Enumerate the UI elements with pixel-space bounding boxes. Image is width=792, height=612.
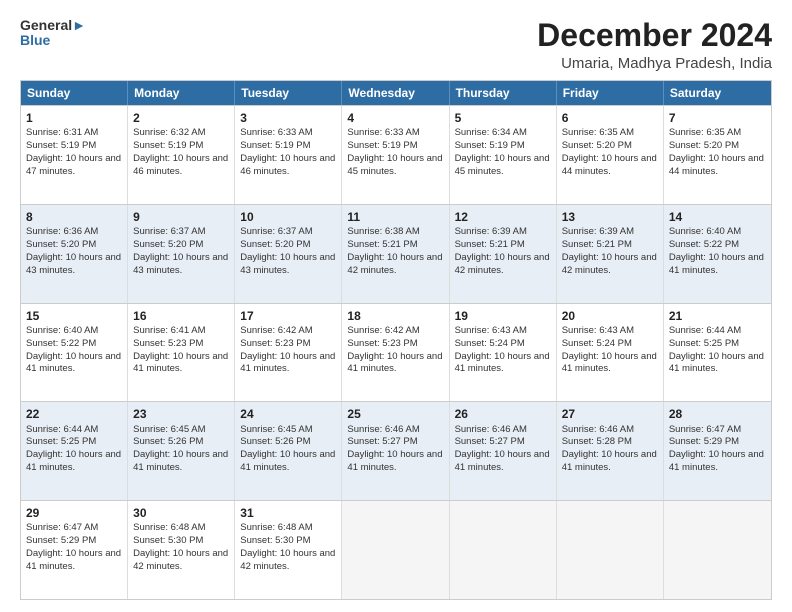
cell-w3-d3: 18Sunrise: 6:42 AMSunset: 5:23 PMDayligh… [342,304,449,402]
cell-w4-d0: 22Sunrise: 6:44 AMSunset: 5:25 PMDayligh… [21,402,128,500]
calendar-header: Sunday Monday Tuesday Wednesday Thursday… [21,81,771,105]
subtitle: Umaria, Madhya Pradesh, India [537,55,772,72]
week-5: 29Sunrise: 6:47 AMSunset: 5:29 PMDayligh… [21,500,771,599]
calendar-body: 1Sunrise: 6:31 AMSunset: 5:19 PMDaylight… [21,105,771,599]
cell-w1-d2: 3Sunrise: 6:33 AMSunset: 5:19 PMDaylight… [235,106,342,204]
header-friday: Friday [557,81,664,105]
cell-w2-d4: 12Sunrise: 6:39 AMSunset: 5:21 PMDayligh… [450,205,557,303]
cell-w2-d2: 10Sunrise: 6:37 AMSunset: 5:20 PMDayligh… [235,205,342,303]
cell-w2-d3: 11Sunrise: 6:38 AMSunset: 5:21 PMDayligh… [342,205,449,303]
cell-w2-d0: 8Sunrise: 6:36 AMSunset: 5:20 PMDaylight… [21,205,128,303]
cell-w1-d1: 2Sunrise: 6:32 AMSunset: 5:19 PMDaylight… [128,106,235,204]
main-title: December 2024 [537,18,772,53]
cell-w2-d5: 13Sunrise: 6:39 AMSunset: 5:21 PMDayligh… [557,205,664,303]
cell-w3-d0: 15Sunrise: 6:40 AMSunset: 5:22 PMDayligh… [21,304,128,402]
cell-w5-d6 [664,501,771,599]
cell-w1-d6: 7Sunrise: 6:35 AMSunset: 5:20 PMDaylight… [664,106,771,204]
cell-w4-d4: 26Sunrise: 6:46 AMSunset: 5:27 PMDayligh… [450,402,557,500]
header-wednesday: Wednesday [342,81,449,105]
cell-w5-d4 [450,501,557,599]
cell-w3-d1: 16Sunrise: 6:41 AMSunset: 5:23 PMDayligh… [128,304,235,402]
page: General► Blue December 2024 Umaria, Madh… [0,0,792,612]
header-saturday: Saturday [664,81,771,105]
cell-w3-d4: 19Sunrise: 6:43 AMSunset: 5:24 PMDayligh… [450,304,557,402]
header-thursday: Thursday [450,81,557,105]
cell-w3-d5: 20Sunrise: 6:43 AMSunset: 5:24 PMDayligh… [557,304,664,402]
cell-w3-d6: 21Sunrise: 6:44 AMSunset: 5:25 PMDayligh… [664,304,771,402]
week-2: 8Sunrise: 6:36 AMSunset: 5:20 PMDaylight… [21,204,771,303]
cell-w5-d1: 30Sunrise: 6:48 AMSunset: 5:30 PMDayligh… [128,501,235,599]
header: General► Blue December 2024 Umaria, Madh… [20,18,772,72]
week-3: 15Sunrise: 6:40 AMSunset: 5:22 PMDayligh… [21,303,771,402]
cell-w5-d5 [557,501,664,599]
cell-w1-d0: 1Sunrise: 6:31 AMSunset: 5:19 PMDaylight… [21,106,128,204]
cell-w4-d5: 27Sunrise: 6:46 AMSunset: 5:28 PMDayligh… [557,402,664,500]
cell-w5-d3 [342,501,449,599]
logo: General► Blue [20,18,86,49]
cell-w4-d3: 25Sunrise: 6:46 AMSunset: 5:27 PMDayligh… [342,402,449,500]
cell-w2-d1: 9Sunrise: 6:37 AMSunset: 5:20 PMDaylight… [128,205,235,303]
week-1: 1Sunrise: 6:31 AMSunset: 5:19 PMDaylight… [21,105,771,204]
cell-w1-d5: 6Sunrise: 6:35 AMSunset: 5:20 PMDaylight… [557,106,664,204]
cell-w1-d3: 4Sunrise: 6:33 AMSunset: 5:19 PMDaylight… [342,106,449,204]
cell-w3-d2: 17Sunrise: 6:42 AMSunset: 5:23 PMDayligh… [235,304,342,402]
week-4: 22Sunrise: 6:44 AMSunset: 5:25 PMDayligh… [21,401,771,500]
title-block: December 2024 Umaria, Madhya Pradesh, In… [537,18,772,72]
calendar: Sunday Monday Tuesday Wednesday Thursday… [20,80,772,600]
cell-w5-d0: 29Sunrise: 6:47 AMSunset: 5:29 PMDayligh… [21,501,128,599]
cell-w5-d2: 31Sunrise: 6:48 AMSunset: 5:30 PMDayligh… [235,501,342,599]
cell-w4-d1: 23Sunrise: 6:45 AMSunset: 5:26 PMDayligh… [128,402,235,500]
header-sunday: Sunday [21,81,128,105]
cell-w4-d6: 28Sunrise: 6:47 AMSunset: 5:29 PMDayligh… [664,402,771,500]
header-tuesday: Tuesday [235,81,342,105]
header-monday: Monday [128,81,235,105]
cell-w1-d4: 5Sunrise: 6:34 AMSunset: 5:19 PMDaylight… [450,106,557,204]
cell-w2-d6: 14Sunrise: 6:40 AMSunset: 5:22 PMDayligh… [664,205,771,303]
cell-w4-d2: 24Sunrise: 6:45 AMSunset: 5:26 PMDayligh… [235,402,342,500]
